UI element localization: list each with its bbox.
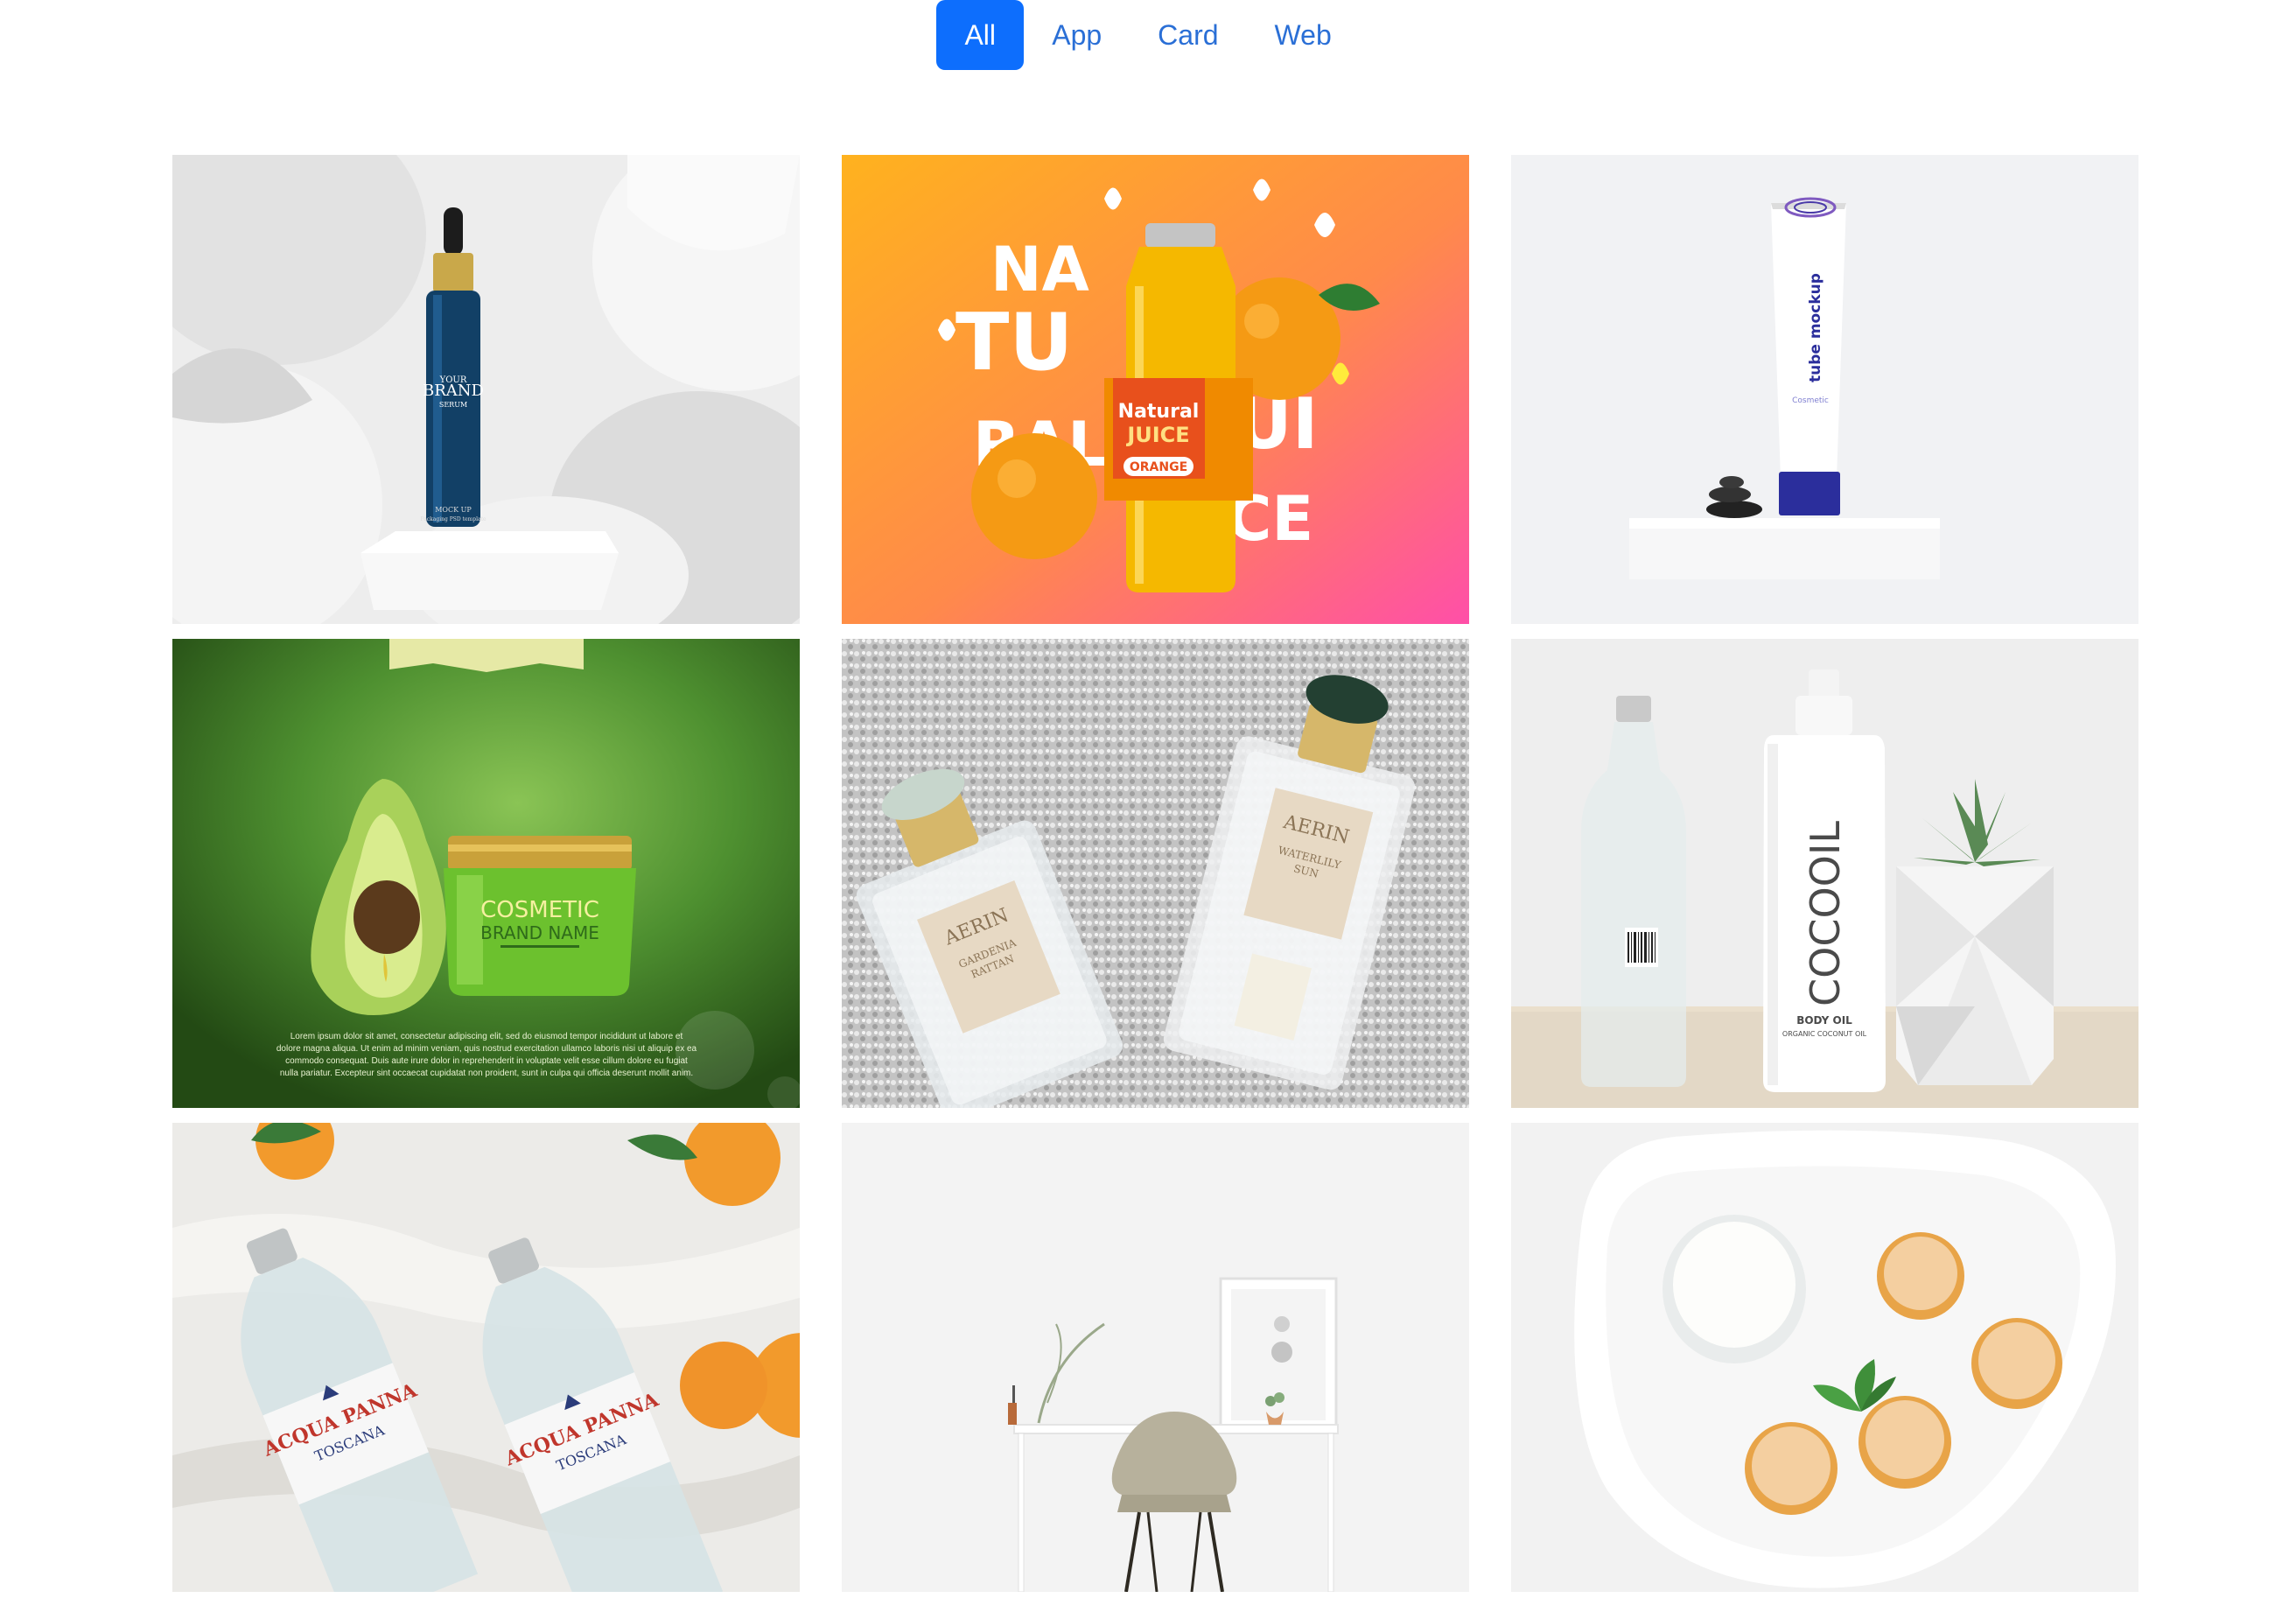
portfolio-item-serum[interactable]: YOUR BRAND SERUM MOCK UP Packaging PSD t… bbox=[172, 155, 800, 624]
cheesecake-plate-image bbox=[1511, 1123, 2138, 1592]
juice-label-juice: JUICE bbox=[1125, 423, 1189, 447]
cosmetic-text-line4: nulla pariatur. Excepteur sint occaecat … bbox=[280, 1069, 693, 1078]
avocado-cosmetic-image: COSMETIC BRAND NAME Lorem ipsum dolor si… bbox=[172, 639, 800, 1108]
portfolio-item-perfume[interactable]: AERIN GARDENIA RATTAN AERIN WATERLILY SU… bbox=[842, 639, 1469, 1108]
filter-card-button[interactable]: Card bbox=[1130, 0, 1246, 70]
tube-mockup-image: tube mockup Cosmetic bbox=[1511, 155, 2138, 624]
portfolio-grid: YOUR BRAND SERUM MOCK UP Packaging PSD t… bbox=[172, 155, 2138, 1592]
cocooil-brand: COCOOIL bbox=[1802, 821, 1849, 1006]
cosmetic-subtitle: BRAND NAME bbox=[480, 922, 599, 943]
portfolio-item-tube[interactable]: tube mockup Cosmetic bbox=[1511, 155, 2138, 624]
cocooil-product-sub: ORGANIC COCONUT OIL bbox=[1782, 1030, 1867, 1038]
portfolio-item-desk[interactable] bbox=[842, 1123, 1469, 1592]
tube-title: tube mockup bbox=[1807, 273, 1824, 382]
portfolio-filters: All App Card Web bbox=[0, 0, 2296, 70]
serum-brand: BRAND bbox=[423, 382, 484, 400]
portfolio-item-avocado[interactable]: COSMETIC BRAND NAME Lorem ipsum dolor si… bbox=[172, 639, 800, 1108]
desk-workspace-image bbox=[842, 1123, 1469, 1592]
cosmetic-text-line1: Lorem ipsum dolor sit amet, consectetur … bbox=[290, 1032, 683, 1041]
portfolio-item-juice[interactable]: NA TU RAL JUI CE bbox=[842, 155, 1469, 624]
cosmetic-title: COSMETIC bbox=[480, 897, 599, 923]
water-bottles-image: ACQUA PANNA TOSCANA ACQUA PANNA TOSCANA bbox=[172, 1123, 800, 1592]
juice-flavor: ORANGE bbox=[1130, 460, 1187, 474]
serum-mockup-sub: Packaging PSD template bbox=[420, 516, 486, 522]
portfolio-item-water[interactable]: ACQUA PANNA TOSCANA ACQUA PANNA TOSCANA bbox=[172, 1123, 800, 1592]
perfume-bottles-image: AERIN GARDENIA RATTAN AERIN WATERLILY SU… bbox=[842, 639, 1469, 1108]
juice-word-tu: TU bbox=[956, 297, 1073, 389]
portfolio-item-plate[interactable] bbox=[1511, 1123, 2138, 1592]
cocooil-bottle-image: COCOOIL BODY OIL ORGANIC COCONUT OIL bbox=[1511, 639, 2138, 1108]
cosmetic-text-line2: dolore magna aliqua. Ut enim ad minim ve… bbox=[276, 1044, 697, 1054]
filter-web-button[interactable]: Web bbox=[1247, 0, 1360, 70]
filter-bar: All App Card Web bbox=[936, 0, 1360, 70]
tube-subtitle: Cosmetic bbox=[1792, 396, 1829, 405]
cosmetic-text-line3: commodo consequat. Duis aute irure dolor… bbox=[285, 1056, 688, 1066]
serum-label: SERUM bbox=[439, 401, 467, 409]
filter-all-button[interactable]: All bbox=[936, 0, 1025, 70]
serum-bottle-image: YOUR BRAND SERUM MOCK UP Packaging PSD t… bbox=[172, 155, 800, 624]
juice-bottle-image: NA TU RAL JUI CE bbox=[842, 155, 1469, 624]
filter-app-button[interactable]: App bbox=[1024, 0, 1130, 70]
juice-label-natural: Natural bbox=[1118, 401, 1200, 423]
juice-word-na: NA bbox=[990, 234, 1089, 305]
portfolio-item-cocooil[interactable]: COCOOIL BODY OIL ORGANIC COCONUT OIL bbox=[1511, 639, 2138, 1108]
serum-mockup: MOCK UP bbox=[435, 506, 472, 514]
cocooil-product: BODY OIL bbox=[1796, 1014, 1852, 1027]
portfolio-page: All App Card Web YOUR BRAND SERUM MOCK U… bbox=[0, 0, 2296, 1598]
